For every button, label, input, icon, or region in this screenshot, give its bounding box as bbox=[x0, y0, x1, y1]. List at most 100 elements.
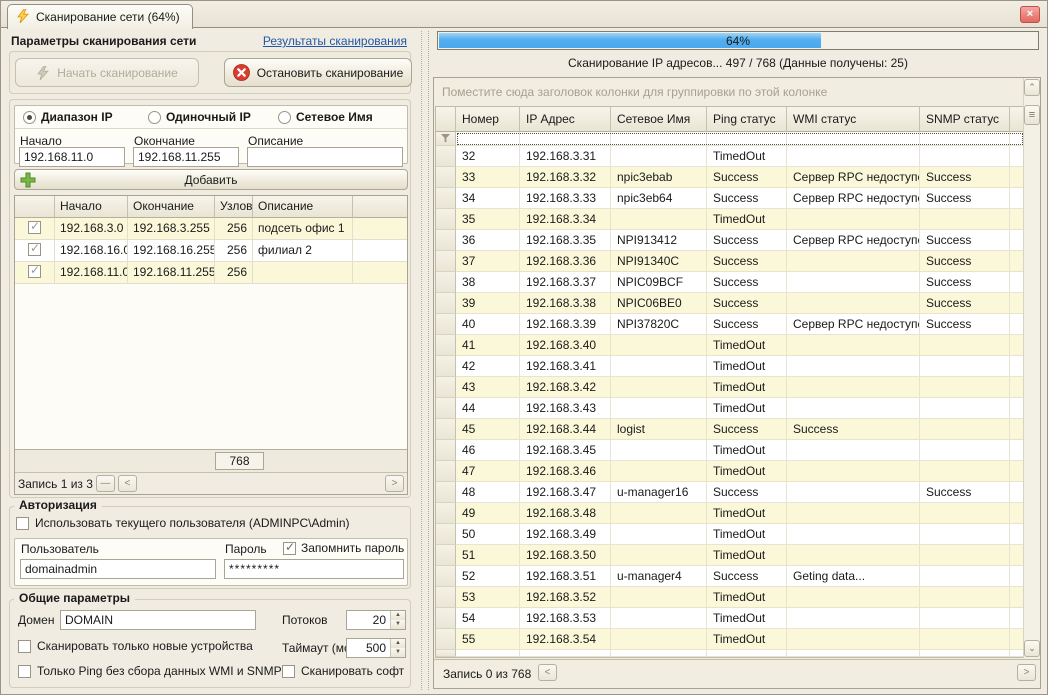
scan-grid-scrollbar[interactable]: ⌃ ≡ ⌄ bbox=[1023, 78, 1040, 658]
range-enabled-checkbox[interactable] bbox=[28, 265, 41, 278]
filter-row[interactable] bbox=[436, 132, 1024, 146]
add-range-button[interactable]: Добавить bbox=[14, 169, 408, 190]
ranges-next-button[interactable]: > bbox=[385, 475, 404, 492]
header-number[interactable]: Номер bbox=[456, 107, 520, 132]
threads-up-icon[interactable]: ▲ bbox=[391, 611, 405, 620]
scan-row[interactable]: 48192.168.3.47u-manager16SuccessSuccess bbox=[436, 482, 1024, 503]
ranges-prev-button[interactable]: < bbox=[118, 475, 137, 492]
stop-scan-button[interactable]: Остановить сканирование bbox=[224, 58, 412, 87]
scan-row[interactable]: 44192.168.3.43TimedOut bbox=[436, 398, 1024, 419]
panel-splitter[interactable] bbox=[421, 31, 429, 690]
scan-row[interactable]: 40192.168.3.39NPI37820CSuccessСервер RPC… bbox=[436, 314, 1024, 335]
scan-row[interactable]: 38192.168.3.37NPIC09BCFSuccessSuccess bbox=[436, 272, 1024, 293]
cell-ip: 192.168.3.38 bbox=[520, 293, 611, 314]
timeout-value[interactable]: 500 bbox=[347, 639, 390, 657]
remove-range-button[interactable]: — bbox=[96, 475, 115, 492]
filter-number[interactable] bbox=[456, 132, 520, 146]
scan-row[interactable]: 54192.168.3.53TimedOut bbox=[436, 608, 1024, 629]
scan-row[interactable]: 43192.168.3.42TimedOut bbox=[436, 377, 1024, 398]
range-enabled-checkbox[interactable] bbox=[28, 221, 41, 234]
remember-password-option[interactable]: Запомнить пароль bbox=[283, 541, 404, 555]
password-input[interactable]: ********* bbox=[224, 559, 404, 579]
filter-snmp[interactable] bbox=[920, 132, 1010, 146]
header-start[interactable]: Начало bbox=[55, 196, 128, 218]
header-snmp-status[interactable]: SNMP статус bbox=[920, 107, 1010, 132]
scan-row[interactable]: 47192.168.3.46TimedOut bbox=[436, 461, 1024, 482]
scan-row[interactable]: 45192.168.3.44logistSuccessSuccess bbox=[436, 419, 1024, 440]
results-link[interactable]: Результаты сканирования bbox=[263, 34, 407, 48]
header-wmi-status[interactable]: WMI статус bbox=[787, 107, 920, 132]
threads-value[interactable]: 20 bbox=[347, 611, 390, 629]
range-row[interactable]: 192.168.16.0192.168.16.255256филиал 2 bbox=[15, 240, 407, 262]
cell-wmi-status bbox=[787, 482, 920, 503]
end-ip-input[interactable]: 192.168.11.255 bbox=[133, 147, 239, 167]
cell-end: 192.168.16.255 bbox=[128, 240, 215, 262]
scan-row[interactable]: 42192.168.3.41TimedOut bbox=[436, 356, 1024, 377]
ping-only-checkbox[interactable] bbox=[18, 665, 31, 678]
radio-network-name-control[interactable] bbox=[278, 111, 291, 124]
header-end[interactable]: Окончание bbox=[128, 196, 215, 218]
radio-ip-range[interactable]: Диапазон IP bbox=[23, 110, 148, 124]
range-enabled-checkbox[interactable] bbox=[28, 243, 41, 256]
description-input[interactable] bbox=[247, 147, 403, 167]
ping-only-option[interactable]: Только Ping без сбора данных WMI и SNMP bbox=[18, 664, 282, 678]
filter-ping[interactable] bbox=[707, 132, 787, 146]
scan-row[interactable]: 37192.168.3.36NPI91340CSuccessSuccess bbox=[436, 251, 1024, 272]
scan-soft-checkbox[interactable] bbox=[282, 665, 295, 678]
cell-ip: 192.168.3.44 bbox=[520, 419, 611, 440]
scan-soft-option[interactable]: Сканировать софт bbox=[282, 664, 404, 678]
scan-row[interactable]: 41192.168.3.40TimedOut bbox=[436, 335, 1024, 356]
header-network-name[interactable]: Сетевое Имя bbox=[611, 107, 707, 132]
radio-single-ip-control[interactable] bbox=[148, 111, 161, 124]
radio-single-ip[interactable]: Одиночный IP bbox=[148, 110, 278, 124]
range-row[interactable]: 192.168.3.0192.168.3.255256подсеть офис … bbox=[15, 218, 407, 240]
scan-next-button[interactable]: > bbox=[1017, 664, 1036, 681]
scan-new-only-checkbox[interactable] bbox=[18, 640, 31, 653]
use-current-user-checkbox[interactable] bbox=[16, 517, 29, 530]
scroll-down-icon[interactable]: ⌄ bbox=[1024, 640, 1040, 657]
header-ping-status[interactable]: Ping статус bbox=[707, 107, 787, 132]
scan-row[interactable]: 32192.168.3.31TimedOut bbox=[436, 146, 1024, 167]
scroll-up-icon[interactable]: ⌃ bbox=[1024, 79, 1040, 96]
threads-spinner[interactable]: 20 ▲▼ bbox=[346, 610, 406, 630]
close-icon[interactable]: × bbox=[1020, 6, 1040, 23]
radio-ip-range-control[interactable] bbox=[23, 111, 36, 124]
scan-row[interactable]: 50192.168.3.49TimedOut bbox=[436, 524, 1024, 545]
filter-wmi[interactable] bbox=[787, 132, 920, 146]
username-input[interactable]: domainadmin bbox=[20, 559, 216, 579]
scan-row[interactable]: 53192.168.3.52TimedOut bbox=[436, 587, 1024, 608]
scan-row[interactable]: 52192.168.3.51u-manager4SuccessGeting da… bbox=[436, 566, 1024, 587]
scan-row[interactable]: 46192.168.3.45TimedOut bbox=[436, 440, 1024, 461]
tab-network-scan[interactable]: Сканирование сети (64%) bbox=[7, 4, 193, 29]
remember-password-checkbox[interactable] bbox=[283, 542, 296, 555]
start-scan-button[interactable]: Начать сканирование bbox=[15, 58, 199, 87]
use-current-user-option[interactable]: Использовать текущего пользователя (ADMI… bbox=[16, 516, 350, 530]
radio-network-name[interactable]: Сетевое Имя bbox=[278, 110, 373, 124]
timeout-up-icon[interactable]: ▲ bbox=[391, 639, 405, 648]
scan-row[interactable]: 51192.168.3.50TimedOut bbox=[436, 545, 1024, 566]
header-description[interactable]: Описание bbox=[253, 196, 353, 218]
header-nodes[interactable]: Узлов bbox=[215, 196, 253, 218]
range-row[interactable]: 192.168.11.0192.168.11.255256 bbox=[15, 262, 407, 284]
threads-down-icon[interactable]: ▼ bbox=[391, 620, 405, 629]
filter-network-name[interactable] bbox=[611, 132, 707, 146]
header-ip[interactable]: IP Адрес bbox=[520, 107, 611, 132]
cell-ip: 192.168.3.42 bbox=[520, 377, 611, 398]
scan-row[interactable]: 36192.168.3.35NPI913412SuccessСервер RPC… bbox=[436, 230, 1024, 251]
scan-row[interactable]: 39192.168.3.38NPIC06BE0SuccessSuccess bbox=[436, 293, 1024, 314]
domain-input[interactable]: DOMAIN bbox=[60, 610, 256, 630]
filter-ip[interactable] bbox=[520, 132, 611, 146]
scan-row[interactable]: 34192.168.3.33npic3eb64SuccessСервер RPC… bbox=[436, 188, 1024, 209]
cell-number: 46 bbox=[456, 440, 520, 461]
scan-row[interactable]: 33192.168.3.32npic3ebabSuccessСервер RPC… bbox=[436, 167, 1024, 188]
column-menu-icon[interactable]: ≡ bbox=[1024, 105, 1040, 125]
timeout-spinner[interactable]: 500 ▲▼ bbox=[346, 638, 406, 658]
start-ip-input[interactable]: 192.168.11.0 bbox=[19, 147, 125, 167]
header-checkbox-column[interactable] bbox=[15, 196, 55, 218]
scan-new-only-option[interactable]: Сканировать только новые устройства bbox=[18, 639, 253, 653]
scan-row[interactable]: 49192.168.3.48TimedOut bbox=[436, 503, 1024, 524]
scan-row[interactable]: 35192.168.3.34TimedOut bbox=[436, 209, 1024, 230]
scan-prev-button[interactable]: < bbox=[538, 664, 557, 681]
scan-row[interactable]: 55192.168.3.54TimedOut bbox=[436, 629, 1024, 650]
timeout-down-icon[interactable]: ▼ bbox=[391, 648, 405, 657]
